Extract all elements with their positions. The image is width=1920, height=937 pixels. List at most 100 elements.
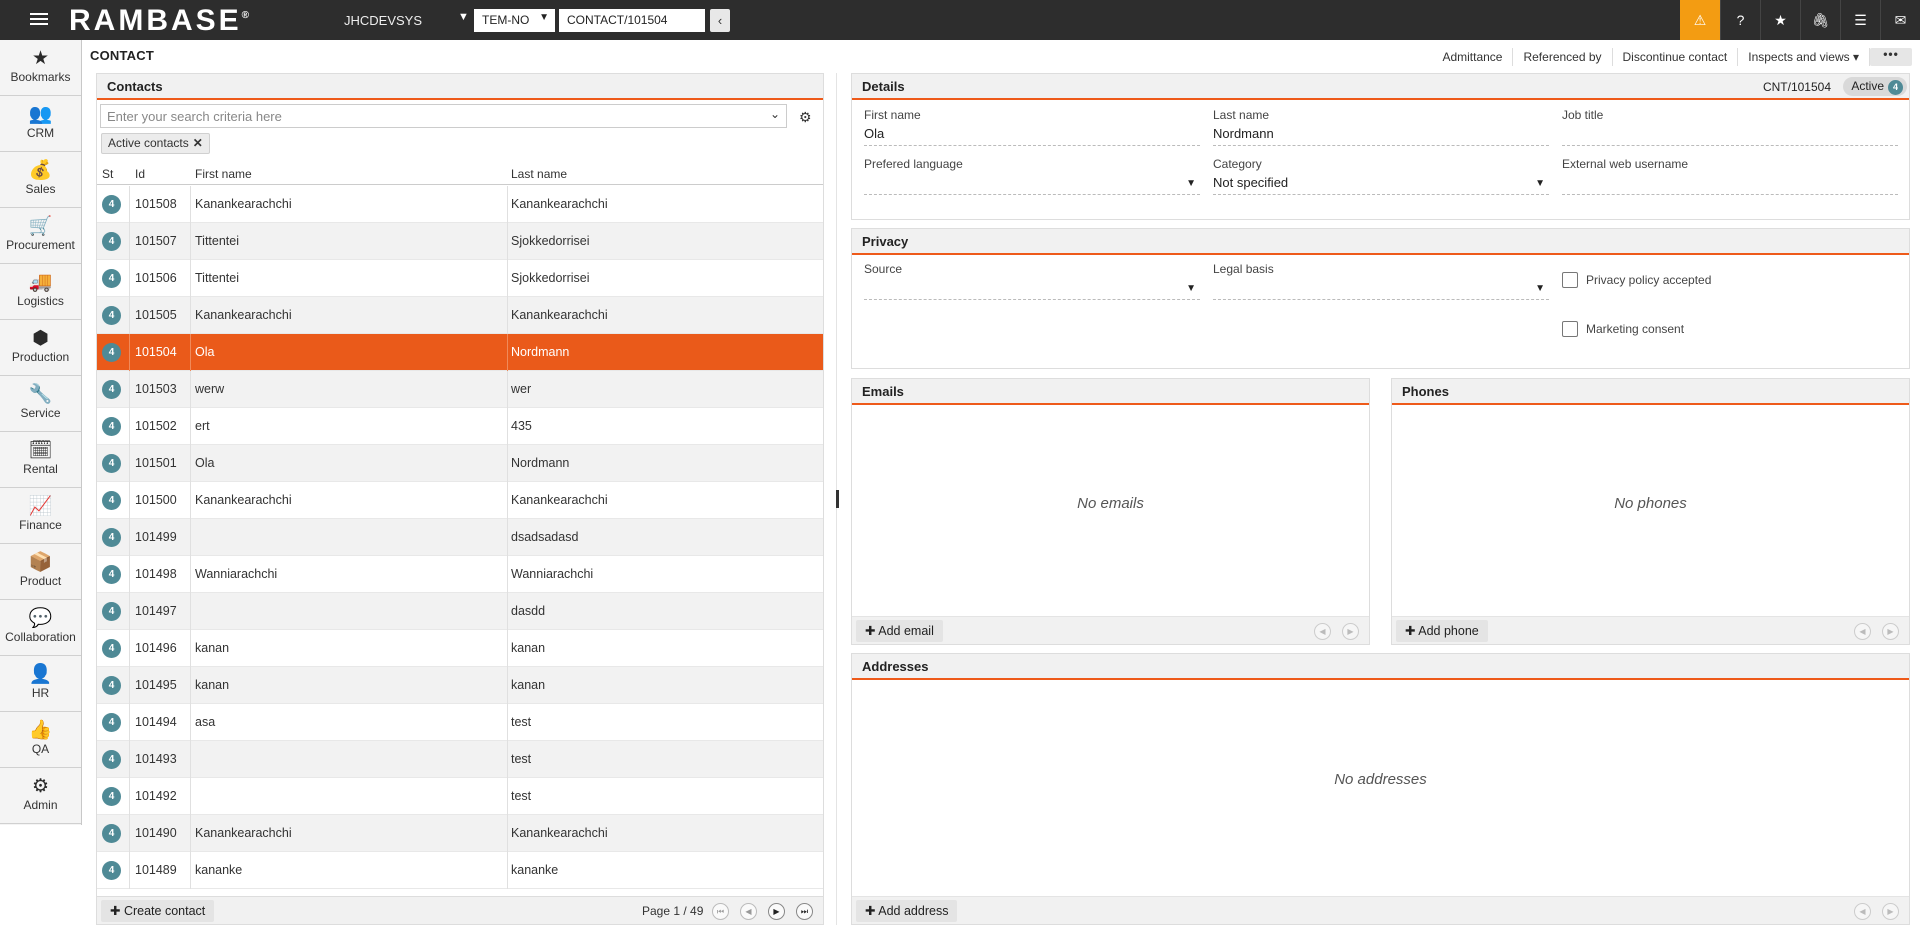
table-row[interactable]: 4 101507 Tittentei Sjokkedorrisei xyxy=(97,223,823,260)
table-row[interactable]: 4 101505 Kanankearachchi Kanankearachchi xyxy=(97,297,823,334)
company-select[interactable]: TEM-NO ▼ xyxy=(474,9,555,32)
table-row[interactable]: 4 101492 test xyxy=(97,778,823,815)
cell-first-name: kananke xyxy=(195,863,243,877)
last-name-field[interactable]: Nordmann xyxy=(1213,126,1549,146)
gear-icon[interactable]: ⚙ xyxy=(799,109,812,126)
cell-last-name: Kanankearachchi xyxy=(511,308,608,322)
table-row[interactable]: 4 101506 Tittentei Sjokkedorrisei xyxy=(97,260,823,297)
column-header-id[interactable]: Id xyxy=(135,167,145,181)
table-row[interactable]: 4 101497 dasdd xyxy=(97,593,823,630)
sidebar-item-qa[interactable]: 👍 QA xyxy=(0,712,81,768)
system-name[interactable]: JHCDEVSYS xyxy=(344,13,422,28)
paperclip-icon[interactable]: 🖇 xyxy=(1800,0,1840,40)
column-divider xyxy=(507,408,508,445)
admittance-link[interactable]: Admittance xyxy=(1432,48,1514,66)
table-row[interactable]: 4 101504 Ola Nordmann xyxy=(97,334,823,371)
last-page-icon[interactable]: ⏭ xyxy=(796,903,813,920)
sidebar-item-rental[interactable]: 🗓 Rental xyxy=(0,432,81,488)
phones-footer: ✚ Add phone ◀ ▶ xyxy=(1392,616,1909,644)
sidebar-item-procurement[interactable]: 🛒 Procurement xyxy=(0,208,81,264)
table-row[interactable]: 4 101489 kananke kananke xyxy=(97,852,823,889)
web-username-field[interactable] xyxy=(1562,175,1898,195)
table-row[interactable]: 4 101502 ert 435 xyxy=(97,408,823,445)
column-divider xyxy=(129,741,130,778)
panel-splitter-handle[interactable] xyxy=(836,490,839,508)
cell-id: 101508 xyxy=(135,197,177,211)
column-header-first-name[interactable]: First name xyxy=(195,167,252,181)
add-address-button[interactable]: ✚ Add address xyxy=(856,900,958,922)
language-select[interactable]: ▼ xyxy=(864,175,1200,195)
first-name-field[interactable]: Ola xyxy=(864,126,1200,146)
sidebar-item-production[interactable]: ⬢ Production xyxy=(0,320,81,376)
add-phone-button[interactable]: ✚ Add phone xyxy=(1396,620,1488,642)
back-button[interactable]: ‹ xyxy=(710,9,730,32)
prev-icon[interactable]: ◀ xyxy=(1314,623,1331,640)
sidebar-item-collaboration[interactable]: 💬 Collaboration xyxy=(0,600,81,656)
list-icon[interactable]: ☰ xyxy=(1840,0,1880,40)
table-row[interactable]: 4 101508 Kanankearachchi Kanankearachchi xyxy=(97,186,823,223)
category-select[interactable]: Not specified ▼ xyxy=(1213,175,1549,195)
table-row[interactable]: 4 101501 Ola Nordmann xyxy=(97,445,823,482)
filter-chip[interactable]: Active contacts ✕ xyxy=(101,133,210,154)
marketing-consent-checkbox[interactable] xyxy=(1562,321,1578,337)
sidebar-item-product[interactable]: 📦 Product xyxy=(0,544,81,600)
system-dropdown-icon[interactable]: ▼ xyxy=(458,11,469,23)
sidebar-item-hr[interactable]: 👤 HR xyxy=(0,656,81,712)
table-row[interactable]: 4 101500 Kanankearachchi Kanankearachchi xyxy=(97,482,823,519)
add-email-button[interactable]: ✚ Add email xyxy=(856,620,943,642)
close-icon[interactable]: ✕ xyxy=(193,136,203,150)
sidebar-item-sales[interactable]: 💰 Sales xyxy=(0,152,81,208)
next-icon[interactable]: ▶ xyxy=(1882,623,1899,640)
prev-icon[interactable]: ◀ xyxy=(1854,903,1871,920)
source-select[interactable]: ▼ xyxy=(864,280,1200,300)
cell-id: 101505 xyxy=(135,308,177,322)
column-header-last-name[interactable]: Last name xyxy=(511,167,567,181)
more-options-button[interactable]: ••• xyxy=(1870,48,1912,66)
chat-icon: 💬 xyxy=(28,608,53,629)
create-contact-button[interactable]: ✚ Create contact xyxy=(101,900,215,922)
column-divider xyxy=(190,371,191,408)
sidebar-item-service[interactable]: 🔧 Service xyxy=(0,376,81,432)
inspects-and-views-menu[interactable]: Inspects and views ▾ xyxy=(1738,48,1870,66)
referenced-by-link[interactable]: Referenced by xyxy=(1513,48,1613,66)
object-search-input[interactable]: CONTACT/101504 xyxy=(559,9,705,32)
create-contact-label: Create contact xyxy=(123,904,206,918)
sidebar-item-crm[interactable]: 👥 CRM xyxy=(0,96,81,152)
table-row[interactable]: 4 101499 dsadsadasd xyxy=(97,519,823,556)
menu-icon[interactable] xyxy=(30,10,48,28)
privacy-policy-label: Privacy policy accepted xyxy=(1586,273,1712,287)
table-row[interactable]: 4 101503 werw wer xyxy=(97,371,823,408)
sidebar-item-admin[interactable]: ⚙ Admin xyxy=(0,768,81,824)
wrench-icon: 🔧 xyxy=(28,384,53,405)
mail-icon[interactable]: ✉ xyxy=(1880,0,1920,40)
cell-id: 101496 xyxy=(135,641,177,655)
help-icon[interactable]: ? xyxy=(1720,0,1760,40)
table-row[interactable]: 4 101495 kanan kanan xyxy=(97,667,823,704)
table-row[interactable]: 4 101490 Kanankearachchi Kanankearachchi xyxy=(97,815,823,852)
app-logo[interactable]: RAMBASE® xyxy=(69,4,249,38)
table-row[interactable]: 4 101496 kanan kanan xyxy=(97,630,823,667)
prev-icon[interactable]: ◀ xyxy=(1854,623,1871,640)
next-icon[interactable]: ▶ xyxy=(1342,623,1359,640)
sidebar-item-logistics[interactable]: 🚚 Logistics xyxy=(0,264,81,320)
star-icon[interactable]: ★ xyxy=(1760,0,1800,40)
chevron-down-icon[interactable]: ⌄ xyxy=(770,107,780,121)
discontinue-contact-link[interactable]: Discontinue contact xyxy=(1613,48,1739,66)
table-row[interactable]: 4 101494 asa test xyxy=(97,704,823,741)
privacy-policy-checkbox[interactable] xyxy=(1562,272,1578,288)
table-row[interactable]: 4 101493 test xyxy=(97,741,823,778)
column-divider xyxy=(190,223,191,260)
legal-basis-select[interactable]: ▼ xyxy=(1213,280,1549,300)
next-icon[interactable]: ▶ xyxy=(1882,903,1899,920)
prev-page-icon[interactable]: ◀ xyxy=(740,903,757,920)
first-page-icon[interactable]: ⏮ xyxy=(712,903,729,920)
warning-icon[interactable]: ⚠ xyxy=(1680,0,1720,40)
column-header-st[interactable]: St xyxy=(102,167,113,181)
table-row[interactable]: 4 101498 Wanniarachchi Wanniarachchi xyxy=(97,556,823,593)
next-page-icon[interactable]: ▶ xyxy=(768,903,785,920)
sidebar-item-finance[interactable]: 📈 Finance xyxy=(0,488,81,544)
sidebar-item-bookmarks[interactable]: ★ Bookmarks xyxy=(0,40,81,96)
job-title-field[interactable] xyxy=(1562,126,1898,146)
search-input[interactable]: Enter your search criteria here ⌄ xyxy=(100,104,787,128)
phones-panel-title: Phones xyxy=(1392,379,1909,405)
